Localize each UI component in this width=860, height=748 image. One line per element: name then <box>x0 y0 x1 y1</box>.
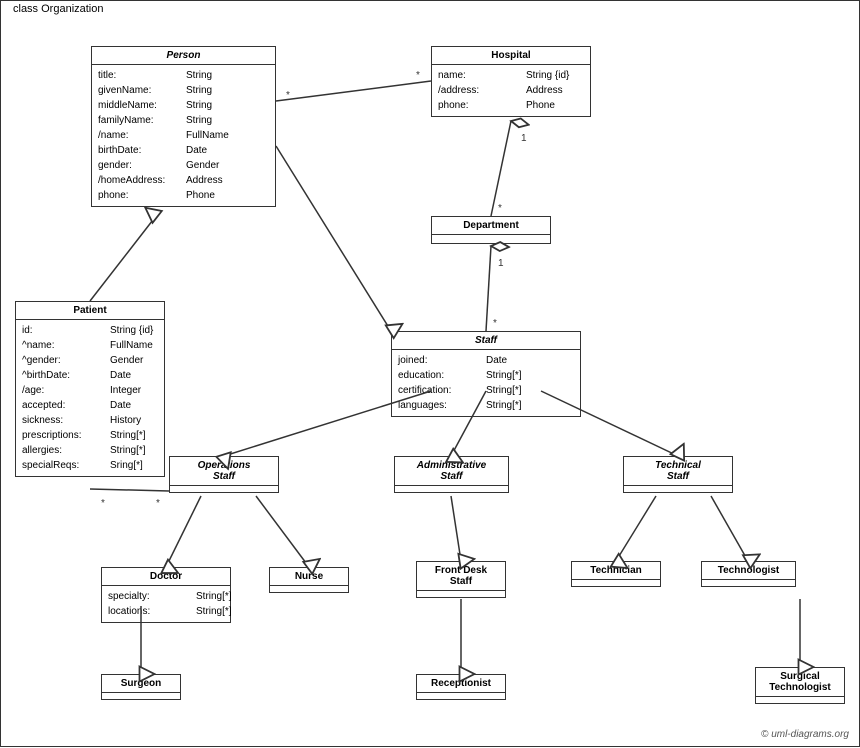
class-department: Department <box>431 216 551 244</box>
staff-header: Staff <box>392 332 580 350</box>
class-operations-staff: OperationsStaff <box>169 456 279 493</box>
class-staff: Staff joined:Date education:String[*] ce… <box>391 331 581 417</box>
svg-text:*: * <box>286 90 290 101</box>
technical-staff-header: TechnicalStaff <box>624 457 732 486</box>
class-surgeon: Surgeon <box>101 674 181 700</box>
technologist-header: Technologist <box>702 562 795 580</box>
technician-header: Technician <box>572 562 660 580</box>
svg-text:*: * <box>498 203 502 214</box>
surgeon-header: Surgeon <box>102 675 180 693</box>
diagram-container: class Organization Person title:String g… <box>0 0 860 747</box>
person-header: Person <box>92 47 275 65</box>
svg-text:*: * <box>101 498 105 509</box>
department-header: Department <box>432 217 550 235</box>
hospital-header: Hospital <box>432 47 590 65</box>
svg-text:1: 1 <box>498 258 504 269</box>
class-technician: Technician <box>571 561 661 587</box>
class-front-desk-staff: Front DeskStaff <box>416 561 506 598</box>
receptionist-header: Receptionist <box>417 675 505 693</box>
svg-text:*: * <box>493 318 497 329</box>
class-administrative-staff: AdministrativeStaff <box>394 456 509 493</box>
front-desk-header: Front DeskStaff <box>417 562 505 591</box>
class-technical-staff: TechnicalStaff <box>623 456 733 493</box>
class-nurse: Nurse <box>269 567 349 593</box>
svg-text:*: * <box>156 498 160 509</box>
doctor-header: Doctor <box>102 568 230 586</box>
doctor-body: specialty:String[*] locations:String[*] <box>102 586 230 622</box>
class-technologist: Technologist <box>701 561 796 587</box>
patient-header: Patient <box>16 302 164 320</box>
class-receptionist: Receptionist <box>416 674 506 700</box>
class-person: Person title:String givenName:String mid… <box>91 46 276 207</box>
patient-body: id:String {id} ^name:FullName ^gender:Ge… <box>16 320 164 476</box>
copyright: © uml-diagrams.org <box>761 729 849 740</box>
staff-body: joined:Date education:String[*] certific… <box>392 350 580 416</box>
person-body: title:String givenName:String middleName… <box>92 65 275 206</box>
svg-text:*: * <box>416 70 420 81</box>
department-body <box>432 235 550 243</box>
svg-text:1: 1 <box>521 133 527 144</box>
administrative-staff-header: AdministrativeStaff <box>395 457 508 486</box>
class-patient: Patient id:String {id} ^name:FullName ^g… <box>15 301 165 477</box>
class-doctor: Doctor specialty:String[*] locations:Str… <box>101 567 231 623</box>
nurse-header: Nurse <box>270 568 348 586</box>
class-surgical-technologist: SurgicalTechnologist <box>755 667 845 704</box>
surgical-technologist-header: SurgicalTechnologist <box>756 668 844 697</box>
hospital-body: name:String {id} /address:Address phone:… <box>432 65 590 116</box>
diagram-title: class Organization <box>9 3 108 15</box>
operations-staff-header: OperationsStaff <box>170 457 278 486</box>
class-hospital: Hospital name:String {id} /address:Addre… <box>431 46 591 117</box>
